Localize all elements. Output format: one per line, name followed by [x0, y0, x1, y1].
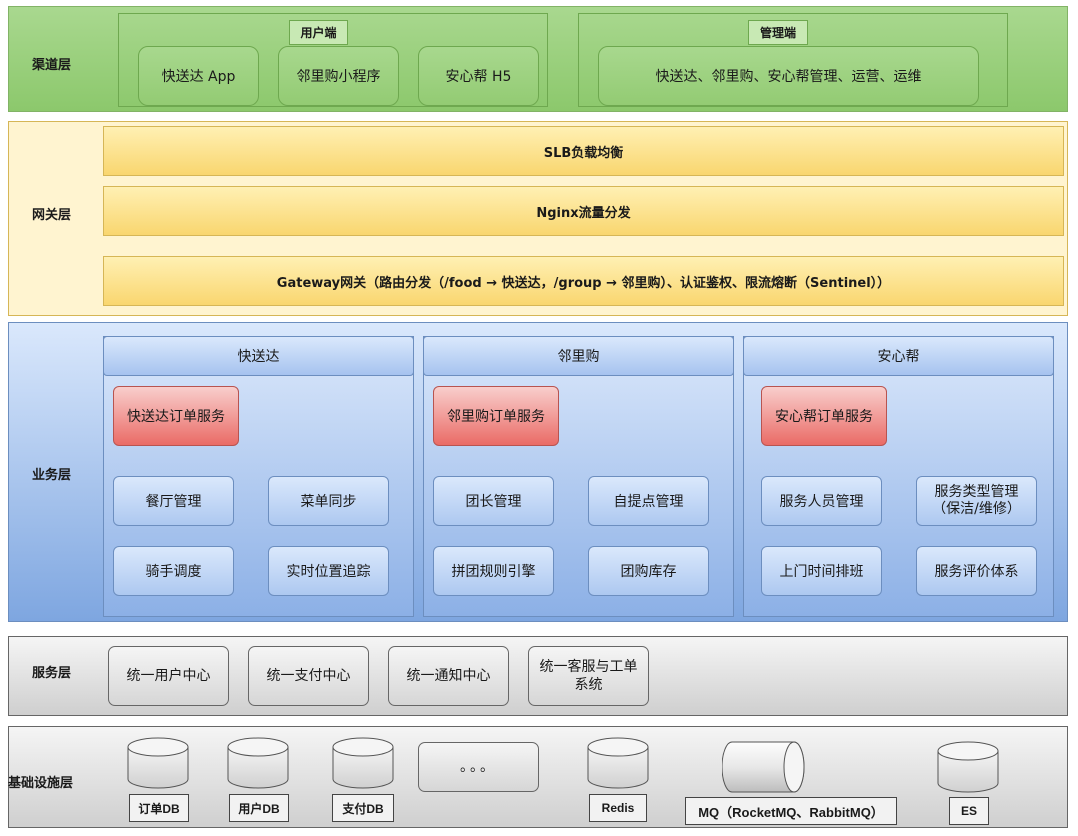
nginx-distribution: Nginx流量分发 [103, 186, 1064, 236]
restaurant-management[interactable]: 餐厅管理 [113, 476, 234, 526]
more-components: 。。。 [418, 742, 539, 792]
channel-layer-label: 渠道层 [32, 57, 72, 72]
kuaisongda-app[interactable]: 快送达 App [138, 46, 259, 106]
unified-customer-service-ticketing[interactable]: 统一客服与工单系统 [528, 646, 649, 706]
user-db-label: 用户DB [229, 794, 289, 822]
kuaisongda-domain-title: 快送达 [103, 336, 414, 376]
api-gateway: Gateway网关（路由分发（/food → 快送达，/group → 邻里购）… [103, 256, 1064, 306]
menu-sync[interactable]: 菜单同步 [268, 476, 389, 526]
slb-load-balancer: SLB负载均衡 [103, 126, 1064, 176]
service-type-management[interactable]: 服务类型管理（保洁/维修） [916, 476, 1037, 526]
group-buy-rule-engine[interactable]: 拼团规则引擎 [433, 546, 554, 596]
redis-icon [587, 737, 649, 789]
group-buy-inventory[interactable]: 团购库存 [588, 546, 709, 596]
linligou-miniprogram[interactable]: 邻里购小程序 [278, 46, 399, 106]
business-layer-label: 业务层 [32, 467, 72, 482]
realtime-location-tracking[interactable]: 实时位置追踪 [268, 546, 389, 596]
user-channel-tag: 用户端 [289, 20, 348, 45]
group-leader-management[interactable]: 团长管理 [433, 476, 554, 526]
order-db-icon [127, 737, 189, 789]
anxinbang-domain-title: 安心帮 [743, 336, 1054, 376]
es-label: ES [949, 797, 989, 825]
service-layer-label: 服务层 [32, 665, 72, 680]
mq-icon [722, 741, 806, 793]
pay-db-icon [332, 737, 394, 789]
admin-console[interactable]: 快送达、邻里购、安心帮管理、运营、运维 [598, 46, 979, 106]
pay-db-label: 支付DB [332, 794, 394, 822]
linligou-domain-title: 邻里购 [423, 336, 734, 376]
order-db-label: 订单DB [129, 794, 189, 822]
anxinbang-order-service[interactable]: 安心帮订单服务 [761, 386, 887, 446]
es-icon [937, 741, 999, 793]
pickup-point-management[interactable]: 自提点管理 [588, 476, 709, 526]
admin-channel-tag: 管理端 [748, 20, 808, 45]
rider-dispatch[interactable]: 骑手调度 [113, 546, 234, 596]
service-rating-system[interactable]: 服务评价体系 [916, 546, 1037, 596]
service-staff-management[interactable]: 服务人员管理 [761, 476, 882, 526]
unified-notification-center[interactable]: 统一通知中心 [388, 646, 509, 706]
mq-label: MQ（RocketMQ、RabbitMQ） [685, 797, 897, 825]
unified-user-center[interactable]: 统一用户中心 [108, 646, 229, 706]
redis-label: Redis [589, 794, 647, 822]
visit-time-scheduling[interactable]: 上门时间排班 [761, 546, 882, 596]
user-db-icon [227, 737, 289, 789]
gateway-layer-label: 网关层 [32, 207, 72, 222]
anxinbang-h5[interactable]: 安心帮 H5 [418, 46, 539, 106]
unified-payment-center[interactable]: 统一支付中心 [248, 646, 369, 706]
infra-layer-label: 基础设施层 [8, 775, 74, 790]
kuaisongda-order-service[interactable]: 快送达订单服务 [113, 386, 239, 446]
linligou-order-service[interactable]: 邻里购订单服务 [433, 386, 559, 446]
